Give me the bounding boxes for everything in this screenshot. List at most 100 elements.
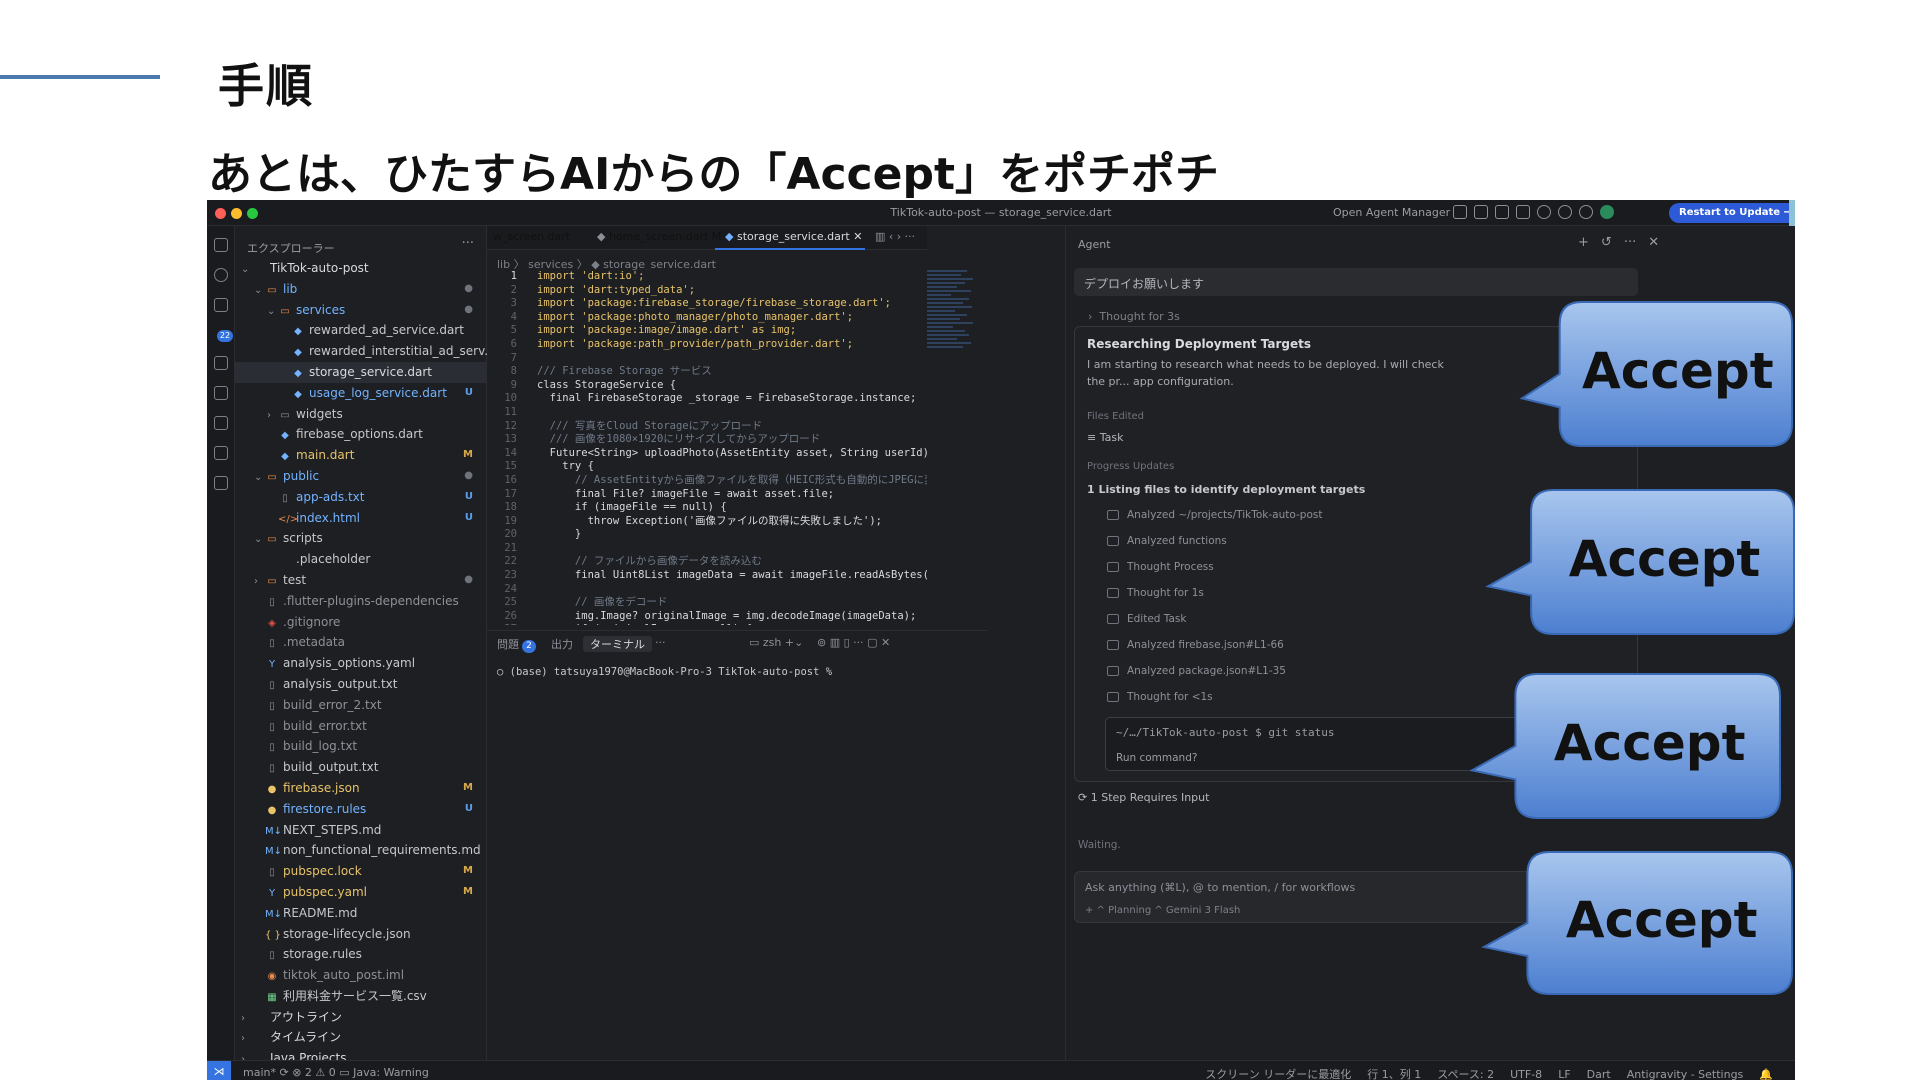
gear-icon[interactable] [1579, 205, 1593, 219]
search-icon[interactable] [214, 268, 228, 282]
file-tree-item[interactable]: ● firebase.json M [235, 778, 487, 799]
file-tree-item[interactable]: ▦ 利用料金サービス一覧.csv [235, 986, 487, 1007]
file-tree-item[interactable]: ⌄ TikTok-auto-post [235, 258, 487, 279]
file-tree-item[interactable]: › アウトライン [235, 1007, 487, 1028]
file-tree-item[interactable]: ◆ storage_service.dart [235, 361, 487, 383]
layout-icon[interactable] [1516, 205, 1530, 219]
file-tree-item[interactable]: M↓README.md [235, 903, 487, 924]
file-tree-item[interactable]: ▯ build_error_2.txt [235, 695, 487, 716]
close-icon[interactable]: ✕ [1648, 235, 1659, 250]
file-tree-item[interactable]: ⌄ ▭ lib ● [235, 279, 487, 300]
agent-more-icon[interactable]: ··· [1624, 235, 1636, 250]
progress-step[interactable]: Analyzed firebase.json#L1-66 [1107, 639, 1284, 651]
database-icon[interactable] [214, 476, 228, 490]
progress-step[interactable]: Thought for 1s [1107, 587, 1204, 599]
panel-actions[interactable]: ⊚ ▥ ▯ ··· ▢ ✕ [817, 636, 890, 649]
file-tree-item[interactable]: ◈ .gitignore [235, 612, 487, 633]
requires-input-notice[interactable]: ⟳ 1 Step Requires Input [1078, 791, 1209, 804]
code-editor[interactable]: 1 import 'dart:io'; 2 import 'dart:typed_da… [487, 270, 927, 625]
file-tree-item[interactable]: ▯ analysis_output.txt [235, 674, 487, 695]
file-tree-item[interactable]: ▯ .flutter-plugins-dependencies [235, 591, 487, 612]
file-tree-item[interactable]: ▯ storage.rules [235, 944, 487, 965]
status-left[interactable]: main* ⟳ ⊗ 2 ⚠ 0 ▭ Java: Warning [243, 1066, 429, 1079]
tab-problems[interactable]: 問題 2 [497, 636, 536, 653]
file-tree-item[interactable]: Ypubspec.yaml M [235, 882, 487, 903]
file-tree-item[interactable]: { } storage-lifecycle.json [235, 924, 487, 945]
history-icon[interactable]: ↺ [1601, 235, 1612, 250]
file-tree-item[interactable]: ◆ usage_log_service.dart U [235, 383, 487, 404]
progress-step[interactable]: Thought for <1s [1107, 691, 1213, 703]
progress-step[interactable]: Analyzed functions [1107, 535, 1227, 547]
explorer-more-icon[interactable]: ··· [462, 236, 474, 251]
file-tree-item[interactable]: ▯ pubspec.lock M [235, 861, 487, 882]
tab-output[interactable]: 出力 [551, 636, 573, 652]
progress-step[interactable]: Analyzed ~/projects/TikTok-auto-post [1107, 509, 1322, 521]
terminal-shell-selector[interactable]: ▭ zsh +⌄ [749, 636, 803, 649]
file-tree-item[interactable]: ▯ build_error.txt [235, 716, 487, 737]
progress-step[interactable]: Analyzed package.json#L1-35 [1107, 665, 1286, 677]
avatar[interactable] [1600, 205, 1614, 219]
file-tree-item[interactable]: M↓NEXT_STEPS.md [235, 820, 487, 841]
tab-home-screen[interactable]: ◆ home_screen.dart M [597, 230, 721, 243]
extensions-icon[interactable] [214, 416, 228, 430]
file-tree-item[interactable]: ▯ build_output.txt [235, 757, 487, 778]
file-tree-item[interactable]: ⌄ ▭ public ● [235, 466, 487, 487]
testing-icon[interactable] [214, 446, 228, 460]
file-tree-item[interactable]: ● firestore.rules U [235, 799, 487, 820]
progress-step[interactable]: Thought Process [1107, 561, 1214, 573]
terminal-prompt[interactable]: ○ (base) tatsuya1970@MacBook-Pro-3 TikTo… [497, 666, 832, 678]
file-tree-item[interactable]: M↓non_functional_requirements.md [235, 840, 487, 861]
file-tree-item[interactable]: ◉ tiktok_auto_post.iml [235, 965, 487, 986]
minimap[interactable] [927, 270, 977, 410]
file-tree-item[interactable]: › ▭ test ● [235, 570, 487, 591]
file-tree-item[interactable]: ◆ rewarded_ad_service.dart [235, 320, 487, 341]
file-tree-item[interactable]: › ▭ widgets [235, 404, 487, 425]
chat-mode-options[interactable]: + ^ Planning ^ Gemini 3 Flash [1085, 905, 1240, 916]
status-item[interactable]: UTF-8 [1510, 1068, 1542, 1080]
notification-bell-icon[interactable]: 🔔 [1759, 1068, 1773, 1080]
status-item[interactable]: Dart [1587, 1068, 1611, 1080]
waiting-status: Waiting. [1078, 839, 1121, 851]
status-item[interactable]: LF [1558, 1068, 1570, 1080]
file-tree-item[interactable]: ▯ app-ads.txt U [235, 487, 487, 508]
line-number: 6 [510, 337, 517, 350]
tab-w-screen[interactable]: w_screen.dart [493, 230, 570, 243]
file-tree-item[interactable]: .placeholder [235, 549, 487, 570]
status-item[interactable]: スクリーン リーダーに最適化 [1205, 1068, 1351, 1080]
status-item[interactable]: スペース: 2 [1437, 1068, 1494, 1080]
file-tree-item[interactable]: › タイムライン [235, 1027, 487, 1048]
files-edited-task-link[interactable]: ≡ Task [1087, 431, 1123, 444]
remote-explorer-icon[interactable] [214, 386, 228, 400]
toggle-sidebar-icon[interactable] [1453, 205, 1467, 219]
file-tree-item[interactable]: </>index.html U [235, 508, 487, 529]
file-tree-item[interactable]: ▯ build_log.txt [235, 736, 487, 757]
editor-actions[interactable]: ▥ ‹ › ··· [875, 230, 915, 243]
status-item[interactable]: 行 1、列 1 [1367, 1068, 1421, 1080]
panel-more-icon[interactable]: ··· [655, 636, 666, 649]
file-tree-item[interactable]: ⌄ ▭ services ● [235, 300, 487, 321]
git-status-badge: U [464, 511, 473, 523]
status-item[interactable]: Antigravity - Settings [1627, 1068, 1744, 1080]
restart-to-update-button[interactable]: Restart to Update → [1669, 203, 1795, 223]
file-tree-item[interactable]: ◆ firebase_options.dart [235, 424, 487, 445]
code-text: } [537, 528, 582, 541]
progress-step[interactable]: Edited Task [1107, 613, 1186, 625]
file-tree-item[interactable]: ⌄ ▭ scripts [235, 528, 487, 549]
file-tree-item[interactable]: ◆ rewarded_interstitial_ad_serv... [235, 341, 487, 362]
open-agent-manager-link[interactable]: Open Agent Manager [1333, 206, 1450, 219]
file-tree-item[interactable]: Yanalysis_options.yaml [235, 653, 487, 674]
remote-indicator-icon[interactable]: ⋊ [207, 1061, 231, 1080]
account-icon[interactable] [1558, 205, 1572, 219]
source-control-icon[interactable] [214, 298, 228, 312]
thought-toggle[interactable]: › Thought for 3s [1088, 310, 1180, 323]
new-chat-icon[interactable]: + [1578, 235, 1589, 250]
file-tree-item[interactable]: ▯ .metadata [235, 632, 487, 653]
file-tree-item[interactable]: ◆ main.dart M [235, 445, 487, 466]
toggle-panel-icon[interactable] [1474, 205, 1488, 219]
run-debug-icon[interactable] [214, 356, 228, 370]
tab-terminal[interactable]: ターミナル [583, 636, 652, 652]
search-icon[interactable] [1537, 205, 1551, 219]
toggle-secondary-sidebar-icon[interactable] [1495, 205, 1509, 219]
tab-storage-service[interactable]: ◆ storage_service.dart ✕ [725, 230, 862, 243]
explorer-icon[interactable] [214, 238, 228, 252]
